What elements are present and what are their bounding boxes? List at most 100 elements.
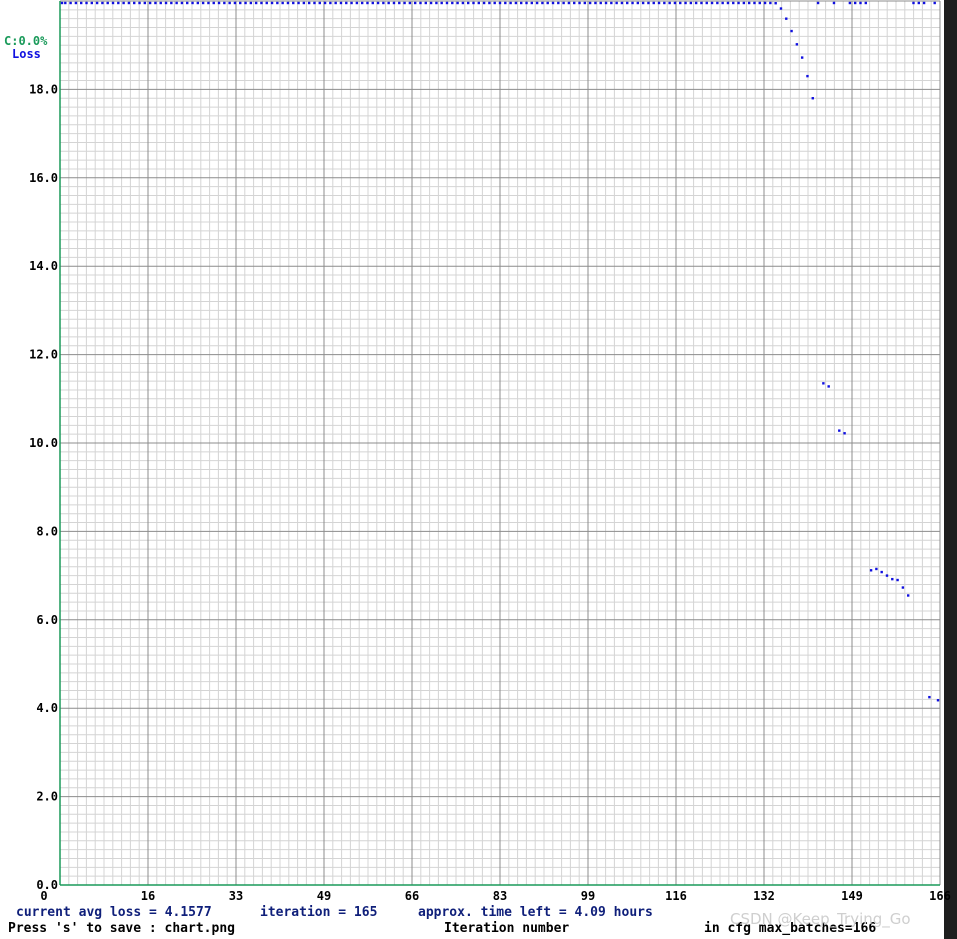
x-tick-label: 149 [841, 889, 863, 903]
loss-point [90, 1, 94, 5]
loss-point [281, 1, 284, 5]
loss-point [901, 586, 905, 589]
loss-point [578, 1, 581, 5]
loss-point [822, 382, 825, 385]
loss-point [260, 1, 263, 5]
loss-point [148, 1, 152, 5]
loss-point [360, 1, 364, 5]
loss-point [567, 1, 571, 5]
y-tick-label: 4.0 [36, 701, 58, 715]
loss-point [742, 1, 746, 5]
x-tick-label: 116 [665, 889, 687, 903]
loss-point [313, 1, 316, 5]
loss-point [223, 1, 226, 5]
loss-point [228, 1, 231, 5]
loss-point [604, 1, 608, 5]
loss-point [398, 1, 401, 5]
time-left-text: approx. time left = 4.09 hours [418, 905, 653, 920]
loss-point [233, 1, 237, 5]
loss-point [435, 1, 438, 5]
loss-point [694, 1, 698, 5]
save-hint-text: Press 's' to save : chart.png [8, 921, 235, 936]
loss-point [689, 1, 693, 5]
loss-point [557, 1, 560, 5]
loss-point [848, 1, 852, 5]
loss-point [239, 1, 242, 5]
loss-point [573, 1, 576, 5]
loss-chart: 0 16 33 49 66 83 99 116 132 149 166 0.02.04.06.08.… [0, 0, 951, 939]
loss-point [424, 1, 427, 5]
loss-point [117, 1, 120, 5]
loss-point [170, 1, 173, 5]
loss-point [769, 1, 772, 5]
loss-point [180, 1, 184, 5]
loss-point [896, 578, 899, 582]
loss-point [928, 695, 931, 699]
loss-point [408, 1, 412, 5]
loss-point [933, 1, 936, 5]
loss-point [800, 56, 804, 59]
y-tick-label: 2.0 [36, 790, 58, 804]
loss-point [636, 1, 640, 5]
loss-point [254, 1, 258, 5]
loss-point [133, 1, 136, 5]
iteration-text: iteration = 165 [260, 905, 377, 920]
loss-point [853, 1, 857, 5]
loss-point [488, 1, 491, 5]
loss-point [101, 1, 104, 5]
y-tick-label: 18.0 [29, 82, 58, 96]
loss-point [265, 1, 268, 5]
loss-point [843, 432, 846, 435]
loss-point [891, 577, 894, 581]
loss-point [440, 1, 443, 5]
loss-point [329, 1, 332, 5]
loss-point [859, 1, 862, 5]
loss-point [60, 1, 64, 5]
loss-point [477, 1, 480, 5]
x-tick-label: 99 [581, 889, 595, 903]
loss-point [663, 1, 666, 5]
loss-point [154, 1, 157, 5]
loss-point [726, 1, 730, 5]
loss-point [673, 1, 677, 5]
loss-point [880, 570, 883, 574]
loss-point [138, 1, 141, 5]
loss-point [668, 1, 671, 5]
x-tick-label: 83 [493, 889, 507, 903]
y-tick-label: 0.0 [36, 878, 58, 892]
loss-point [509, 1, 512, 5]
loss-point [111, 1, 115, 5]
loss-point [207, 1, 210, 5]
loss-point [641, 1, 645, 5]
loss-point [525, 1, 528, 5]
y-tick-label: 12.0 [29, 348, 58, 362]
loss-point [191, 1, 194, 5]
loss-point [647, 1, 650, 5]
loss-point [864, 1, 867, 5]
loss-point [795, 43, 799, 46]
loss-point [318, 1, 321, 5]
loss-point [482, 1, 486, 5]
loss-point [429, 1, 433, 5]
loss-point [594, 1, 597, 5]
loss-point [74, 1, 78, 5]
loss-point [345, 1, 348, 5]
loss-point [143, 1, 147, 5]
loss-point [376, 1, 380, 5]
loss-point [201, 1, 205, 5]
loss-point [64, 1, 67, 5]
loss-point [466, 1, 470, 5]
x-tick-label: 16 [141, 889, 155, 903]
y-tick-label: 10.0 [29, 436, 58, 450]
y-tick-label: 6.0 [36, 613, 58, 627]
loss-point [212, 1, 215, 5]
loss-point [392, 1, 396, 5]
loss-point [493, 1, 496, 5]
loss-point [684, 1, 687, 5]
watermark: CSDN @Keep_Trying_Go [730, 910, 911, 929]
loss-point [419, 1, 422, 5]
loss-point [355, 1, 359, 5]
loss-point [456, 1, 459, 5]
loss-point [631, 1, 634, 5]
loss-point [906, 594, 910, 597]
